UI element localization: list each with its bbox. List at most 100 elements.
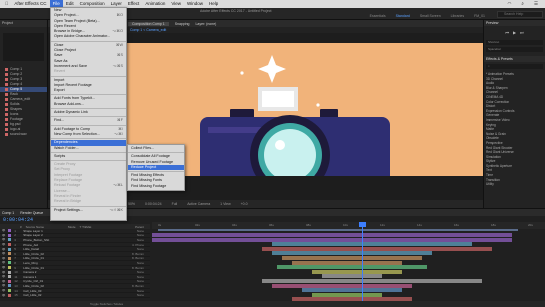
layer-bar[interactable] <box>262 246 492 251</box>
file-menu-item-find[interactable]: Find... ⌘F <box>51 118 126 123</box>
file-menu-item-open-adobe-character-animator[interactable]: Open Adobe Character Animator... <box>51 34 126 39</box>
dependencies-item-find-missing-footage[interactable]: Find Missing Footage <box>128 184 184 189</box>
layer-name[interactable]: Phone_Button_Shit <box>23 238 67 242</box>
label-color[interactable] <box>8 229 12 233</box>
layer-bar[interactable] <box>312 269 402 274</box>
eye-icon[interactable]: 👁 <box>2 294 5 297</box>
layer-bar[interactable] <box>272 251 432 256</box>
label-color[interactable] <box>8 252 12 256</box>
layer-name[interactable]: Cell_Little_02 <box>23 293 67 297</box>
layer-name[interactable]: Phone_Aid <box>23 243 67 247</box>
layer-bar[interactable] <box>277 265 427 270</box>
layer-bar[interactable] <box>282 256 422 260</box>
file-menu-item-new-comp-from-selection[interactable]: New Comp from Selection... ⌥⌘\ <box>51 132 126 137</box>
eye-icon[interactable]: 👁 <box>2 275 5 278</box>
shortcut-select[interactable]: Spacebar <box>486 47 543 52</box>
eye-icon[interactable]: 👁 <box>2 266 5 269</box>
layer-tab[interactable]: Layer: (none) <box>195 22 216 26</box>
dependencies-item-reduce-project[interactable]: Reduce Project <box>128 164 184 171</box>
workspace-tab[interactable]: Libraries <box>451 14 464 18</box>
label-color[interactable] <box>8 275 12 279</box>
timeline-tracks[interactable]: 0s 02s 04s 06s 08s 10s 12s 14s 16s 18s 20s <box>152 222 545 307</box>
menu-window[interactable]: Window <box>184 0 206 8</box>
layer-bar[interactable] <box>292 260 402 265</box>
eye-icon[interactable]: 👁 <box>2 280 5 283</box>
label-color[interactable] <box>8 289 12 293</box>
layer-bar[interactable] <box>152 233 512 237</box>
comp-tab[interactable]: Composition Comp 1 <box>128 21 169 26</box>
layer-name[interactable]: Little_Circle_02 <box>23 284 67 288</box>
eye-icon[interactable]: 👁 <box>2 289 5 292</box>
label-color[interactable] <box>8 270 12 274</box>
layer-bar[interactable] <box>262 279 482 283</box>
eye-icon[interactable]: 👁 <box>2 243 5 246</box>
workspace-tab-selected[interactable]: Standard <box>396 14 410 18</box>
workspace-tab[interactable]: Small Screen <box>420 14 441 18</box>
layer-parent[interactable]: 8. Bumm <box>132 252 150 256</box>
layer-name[interactable]: Little_Circle_01 <box>23 266 67 270</box>
resolution-select[interactable]: Full <box>172 202 178 206</box>
views-select[interactable]: 1 View <box>220 202 230 206</box>
col-trkmat[interactable]: T TrkMat <box>80 225 92 229</box>
label-color[interactable] <box>8 266 12 270</box>
layer-parent[interactable]: 8. Bumm <box>132 284 150 288</box>
effects-search-input[interactable]: ⌕ <box>486 64 543 69</box>
label-color[interactable] <box>8 247 12 251</box>
label-color[interactable] <box>8 243 12 247</box>
layer-parent[interactable]: None <box>137 289 150 293</box>
label-color[interactable] <box>8 238 12 242</box>
eye-icon[interactable]: 👁 <box>2 257 5 260</box>
workspace-tab[interactable]: FM_01 <box>474 14 485 18</box>
layer-parent[interactable]: 8. Bumm <box>132 266 150 270</box>
layer-name[interactable]: Camera 1 <box>23 275 67 279</box>
col-mode[interactable]: Mode <box>68 225 76 229</box>
eye-icon[interactable]: 👁 <box>2 271 5 274</box>
layer-name[interactable]: Camera 2 <box>23 270 67 274</box>
layer-parent[interactable]: 4. Phone <box>132 243 150 247</box>
last-frame-icon[interactable]: ⏭ <box>520 30 524 35</box>
layer-bar[interactable] <box>302 288 402 293</box>
layer-bar[interactable] <box>272 242 472 247</box>
eye-icon[interactable]: 👁 <box>2 261 5 264</box>
layer-parent[interactable]: 8. Bumm <box>132 256 150 260</box>
file-menu-item-project-settings[interactable]: Project Settings... ⌥⇧⌘K <box>51 208 126 213</box>
project-item[interactable]: sound.wav <box>0 132 47 137</box>
zoom-select[interactable]: 50% <box>128 202 135 206</box>
search-icon[interactable]: ⌕ <box>518 0 527 8</box>
eye-icon[interactable]: 👁 <box>2 234 5 237</box>
label-color[interactable] <box>8 293 12 297</box>
comp-timecode[interactable]: 0:00:04:24 <box>145 202 162 206</box>
layer-name[interactable]: Shape Layer 1 <box>23 229 67 233</box>
render-queue-tab[interactable]: Render Queue <box>20 211 43 215</box>
list-icon[interactable]: ☰ <box>531 0 541 8</box>
layer-parent[interactable]: None <box>137 233 150 237</box>
layer-parent[interactable]: None <box>137 261 150 265</box>
layer-parent[interactable]: None <box>137 270 150 274</box>
eye-icon[interactable]: 👁 <box>2 284 5 287</box>
layer-bar[interactable] <box>312 292 382 297</box>
workspace-tab[interactable]: Essentials <box>370 14 386 18</box>
layer-name[interactable]: Cell_Little_03 <box>23 289 67 293</box>
layer-parent[interactable]: None <box>137 279 150 283</box>
layer-name[interactable]: Cyrcle_Ctrl_01 <box>23 279 67 283</box>
playhead-line[interactable] <box>362 222 363 307</box>
work-area-bar[interactable] <box>158 229 518 231</box>
menu-help[interactable]: Help <box>206 0 221 8</box>
first-frame-icon[interactable]: ⏮ <box>505 30 509 35</box>
layer-parent[interactable]: None <box>137 238 150 242</box>
label-color[interactable] <box>8 284 12 288</box>
label-color[interactable] <box>8 256 12 260</box>
file-menu-item-adobe-dynamic-link[interactable]: Adobe Dynamic Link <box>51 110 126 115</box>
layer-bar[interactable] <box>272 283 412 288</box>
layer-parent[interactable]: None <box>137 275 150 279</box>
layer-parent[interactable]: None <box>137 247 150 251</box>
eye-icon[interactable]: 👁 <box>2 252 5 255</box>
layer-name[interactable]: Little_Detail <box>23 247 67 251</box>
camera-select[interactable]: Active Camera <box>187 202 210 206</box>
snapping-toggle[interactable]: Snapping <box>175 22 190 26</box>
project-panel-title[interactable]: Project <box>0 20 47 27</box>
menu-animation[interactable]: Animation <box>142 0 168 8</box>
layer-name[interactable]: Lens_Ring <box>23 261 67 265</box>
search-help-input[interactable]: Search Help <box>497 11 543 18</box>
apple-icon[interactable]:  <box>2 0 11 8</box>
